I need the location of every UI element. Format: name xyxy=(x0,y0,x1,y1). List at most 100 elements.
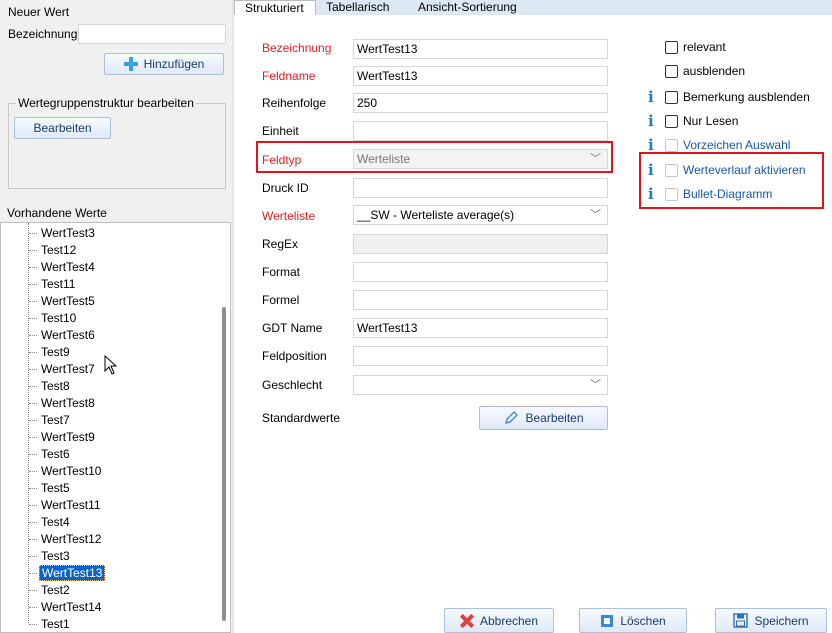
save-button[interactable]: Speichern xyxy=(715,608,827,633)
checkbox-box[interactable] xyxy=(665,138,678,152)
tree-connector xyxy=(29,250,37,252)
tree-item[interactable]: WertTest12 xyxy=(29,531,103,548)
info-icon[interactable]: i xyxy=(648,88,654,106)
tree-item[interactable]: WertTest10 xyxy=(29,463,103,480)
add-button[interactable]: Hinzufügen xyxy=(104,53,224,75)
tab-tabular[interactable]: Tabellarisch xyxy=(316,0,408,15)
tree-item[interactable]: Test1 xyxy=(29,616,72,632)
tree-connector xyxy=(29,403,37,405)
tree-item[interactable]: WertTest7 xyxy=(29,361,97,378)
tree-connector xyxy=(29,556,37,558)
group-structure-box xyxy=(8,103,226,189)
name-label: Bezeichnung xyxy=(8,27,78,41)
tree-connector xyxy=(29,454,37,456)
regex-field[interactable] xyxy=(353,234,608,254)
feldname-field[interactable]: WertTest13 xyxy=(353,66,608,86)
existing-values-tree[interactable]: WertTest3 Test12 WertTest4 Test11 WertTest5 T… xyxy=(0,222,231,633)
checkbox-box[interactable] xyxy=(665,40,678,54)
delete-button[interactable]: Löschen xyxy=(579,608,687,633)
tree-item[interactable]: WertTest11 xyxy=(29,497,103,514)
tree-item[interactable]: WertTest8 xyxy=(29,395,97,412)
regex-label: RegEx xyxy=(262,237,299,251)
group-edit-button[interactable]: Bearbeiten xyxy=(14,117,111,139)
tree-item-label: WertTest3 xyxy=(41,226,95,240)
tree-item[interactable]: WertTest6 xyxy=(29,327,97,344)
nur-lesen-checkbox[interactable]: Nur Lesen xyxy=(665,114,738,128)
tab-structured[interactable]: Strukturiert xyxy=(234,0,316,15)
checkbox-highlight xyxy=(639,152,824,209)
tree-item-label: Test5 xyxy=(41,481,70,495)
tree-item[interactable]: Test7 xyxy=(29,412,72,429)
feldposition-label: Feldposition xyxy=(262,349,327,363)
tree-scrollbar[interactable] xyxy=(222,307,226,621)
bezeichnung-label: Bezeichnung xyxy=(262,41,332,55)
gdt-name-field[interactable]: WertTest13 xyxy=(353,318,608,338)
save-icon xyxy=(733,613,749,628)
info-icon[interactable]: i xyxy=(648,112,654,130)
tree-item[interactable]: WertTest3 xyxy=(29,225,97,242)
tree-item[interactable]: Test9 xyxy=(29,344,72,361)
nur-lesen-label: Nur Lesen xyxy=(683,114,739,128)
tree-item-label: WertTest5 xyxy=(41,294,95,308)
tree-item[interactable]: WertTest13 xyxy=(29,565,106,582)
feldposition-field[interactable] xyxy=(353,346,608,366)
tree-item-label: Test7 xyxy=(41,413,70,427)
feldname-label: Feldname xyxy=(262,69,316,83)
druck-id-field[interactable] xyxy=(353,178,608,198)
tree-item[interactable]: Test11 xyxy=(29,276,77,293)
tree-connector xyxy=(29,386,37,388)
tree-item[interactable]: Test4 xyxy=(29,514,72,531)
relevant-checkbox[interactable]: relevant xyxy=(665,40,726,54)
chevron-down-icon: ﹀ xyxy=(590,209,601,221)
tree-item[interactable]: Test5 xyxy=(29,480,72,497)
werteliste-select[interactable]: __SW - Werteliste average(s) ﹀ xyxy=(353,205,608,225)
geschlecht-select[interactable]: ﹀ xyxy=(353,375,608,395)
bemerkung-ausblenden-checkbox[interactable]: Bemerkung ausblenden xyxy=(665,90,810,104)
tree-item[interactable]: Test12 xyxy=(29,242,78,259)
tree-item[interactable]: WertTest5 xyxy=(29,293,97,310)
pencil-icon xyxy=(505,411,519,424)
tree-item-label: Test4 xyxy=(41,515,70,529)
tree-item-label: Test8 xyxy=(41,379,70,393)
einheit-field[interactable] xyxy=(353,121,608,141)
tree-item-label: Test10 xyxy=(41,311,77,325)
standardwerte-label: Standardwerte xyxy=(262,411,341,425)
reihenfolge-field[interactable]: 250 xyxy=(353,93,608,113)
feldtyp-highlight xyxy=(256,141,613,173)
tree-item[interactable]: WertTest9 xyxy=(29,429,97,446)
formel-label: Formel xyxy=(262,293,300,307)
tree-item-label: Test2 xyxy=(41,583,70,597)
checkbox-box[interactable] xyxy=(665,90,678,104)
tree-item-label: Test11 xyxy=(41,277,76,291)
tree-item-label: Test9 xyxy=(41,345,70,359)
tree-item[interactable]: Test6 xyxy=(29,446,72,463)
delete-label: Löschen xyxy=(620,613,666,628)
ausblenden-checkbox[interactable]: ausblenden xyxy=(665,64,745,78)
tree-item[interactable]: WertTest4 xyxy=(29,259,97,276)
tree-item[interactable]: Test8 xyxy=(29,378,72,395)
tree-item-label: WertTest13 xyxy=(39,565,106,581)
checkbox-box[interactable] xyxy=(665,114,678,128)
existing-values-label: Vorhandene Werte xyxy=(7,206,107,220)
name-input[interactable] xyxy=(78,24,226,44)
tree-connector xyxy=(29,505,37,507)
tree-connector xyxy=(29,233,37,235)
cancel-button[interactable]: Abbrechen xyxy=(444,608,554,633)
formel-field[interactable] xyxy=(353,290,608,310)
format-field[interactable] xyxy=(353,262,608,282)
tree-item[interactable]: Test3 xyxy=(29,548,72,565)
tree-connector xyxy=(29,607,37,609)
format-label: Format xyxy=(262,265,301,279)
bezeichnung-field[interactable]: WertTest13 xyxy=(353,39,608,59)
tree-connector xyxy=(29,590,37,592)
tree-item[interactable]: Test2 xyxy=(29,582,72,599)
tree-item-label: WertTest6 xyxy=(41,328,95,342)
tab-view-sorting[interactable]: Ansicht-Sortierung xyxy=(408,0,532,15)
tree-item[interactable]: WertTest14 xyxy=(29,599,103,616)
edit-defaults-button[interactable]: Bearbeiten xyxy=(479,406,608,430)
tree-item[interactable]: Test10 xyxy=(29,310,78,327)
ausblenden-label: ausblenden xyxy=(683,64,746,78)
tree-item-label: WertTest9 xyxy=(41,430,95,444)
checkbox-box[interactable] xyxy=(665,64,678,78)
vorzeichen-auswahl-checkbox[interactable]: Vorzeichen Auswahl xyxy=(665,138,790,152)
